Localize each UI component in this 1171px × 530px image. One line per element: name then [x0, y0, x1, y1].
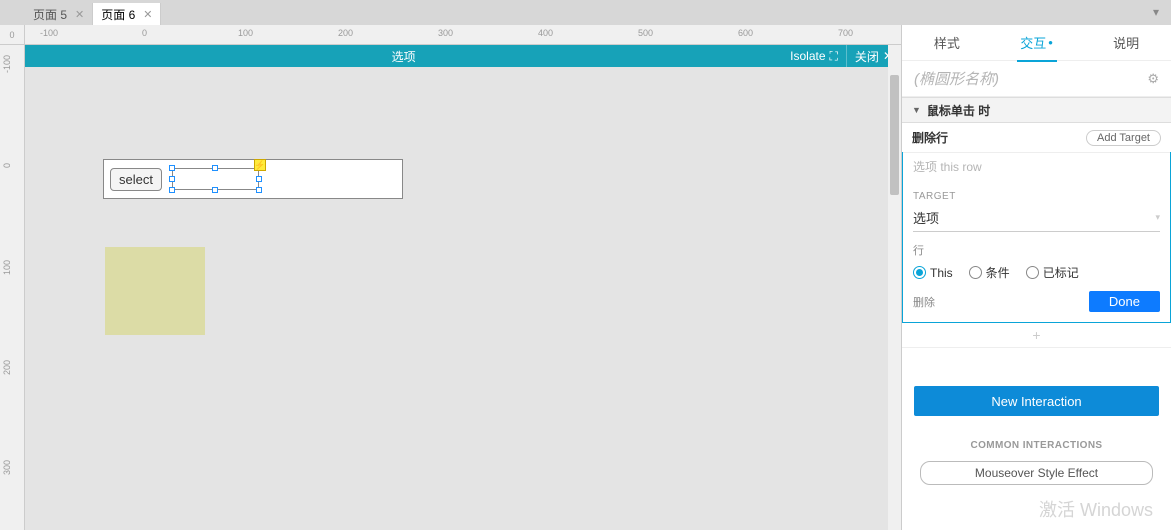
- tab-notes[interactable]: 说明: [1081, 25, 1171, 60]
- resize-handle[interactable]: [212, 187, 218, 193]
- vertical-scrollbar[interactable]: [888, 45, 901, 530]
- resize-handle[interactable]: [256, 176, 262, 182]
- ruler-tick: 300: [438, 28, 453, 38]
- close-label: 关闭: [855, 48, 879, 65]
- resize-handle[interactable]: [212, 165, 218, 171]
- ruler-tick: 700: [838, 28, 853, 38]
- tab-label: 页面 6: [101, 6, 135, 23]
- add-target-button[interactable]: Add Target: [1086, 130, 1161, 146]
- ruler-tick: 100: [2, 260, 12, 275]
- caret-down-icon: ▼: [912, 105, 921, 115]
- workspace: 0 -100 0 100 200 300 400 500 600 700 -10…: [0, 25, 1171, 530]
- tab-page6[interactable]: 页面 6 ✕: [93, 3, 161, 25]
- row-label: 行: [913, 242, 1160, 258]
- isolate-label: Isolate: [790, 49, 825, 63]
- resize-handle[interactable]: [256, 187, 262, 193]
- selected-shape[interactable]: ⚡: [172, 168, 259, 190]
- close-icon[interactable]: ✕: [143, 8, 152, 21]
- action-row: 删除行 Add Target: [902, 123, 1171, 153]
- radio-condition[interactable]: 条件: [969, 264, 1010, 281]
- ruler-tick: -100: [2, 55, 12, 73]
- ruler-vertical: -100 0 100 200 300: [0, 45, 25, 530]
- select-button[interactable]: select: [110, 168, 162, 191]
- radio-this[interactable]: This: [913, 266, 953, 280]
- chevron-down-icon: ▾: [1155, 212, 1160, 223]
- resize-handle[interactable]: [169, 187, 175, 193]
- tab-label: 页面 5: [33, 6, 67, 23]
- inspector-tabs: 样式 交互 • 说明: [902, 25, 1171, 61]
- page-tab-bar: 页面 5 ✕ 页面 6 ✕ ▾: [0, 0, 1171, 25]
- row-radio-group: This 条件 已标记: [913, 264, 1160, 281]
- repeater-widget[interactable]: select ⚡: [103, 159, 403, 199]
- tab-style[interactable]: 样式: [902, 25, 992, 60]
- action-name[interactable]: 删除行: [912, 129, 948, 146]
- new-interaction-button[interactable]: New Interaction: [914, 386, 1159, 416]
- close-icon[interactable]: ✕: [75, 8, 84, 21]
- isolate-button[interactable]: Isolate ⛶: [782, 45, 846, 67]
- delete-action-link[interactable]: 删除: [913, 294, 935, 310]
- action-config-panel: 选项 this row TARGET 选项 ▾ 行 This 条件: [902, 152, 1171, 323]
- event-title: 鼠标单击 时: [927, 102, 990, 119]
- component-edit-bar: 选项 Isolate ⛶ 关闭 ✕: [25, 45, 901, 67]
- row-section: 行 This 条件 已标记: [903, 242, 1170, 291]
- radio-icon: [1026, 266, 1039, 279]
- ruler-tick: 300: [2, 460, 12, 475]
- scrollbar-thumb[interactable]: [890, 75, 899, 195]
- isolate-icon: ⛶: [830, 49, 838, 64]
- radio-label: 已标记: [1043, 264, 1079, 281]
- settings-icon[interactable]: ⚙: [1147, 71, 1159, 87]
- target-label: TARGET: [913, 191, 1160, 202]
- shape-name-input[interactable]: (椭圆形名称): [914, 68, 999, 89]
- ruler-tick: 0: [2, 163, 12, 168]
- tab-interactions[interactable]: 交互 •: [992, 25, 1082, 60]
- radio-label: This: [930, 266, 953, 280]
- target-section: TARGET 选项 ▾: [903, 181, 1170, 242]
- ruler-tick: -100: [40, 28, 58, 38]
- radio-icon: [969, 266, 982, 279]
- edit-bar-title: 选项: [25, 48, 782, 65]
- action-hint: 选项 this row: [903, 152, 1170, 181]
- ruler-corner: 0: [0, 25, 25, 45]
- radio-marked[interactable]: 已标记: [1026, 264, 1079, 281]
- ruler-tick: 600: [738, 28, 753, 38]
- add-action-button[interactable]: +: [902, 323, 1171, 348]
- action-footer: 删除 Done: [903, 291, 1170, 322]
- tab-underline: [1017, 60, 1057, 62]
- ruler-tick: 200: [2, 360, 12, 375]
- interaction-badge-icon: ⚡: [254, 159, 266, 171]
- ruler-tick: 500: [638, 28, 653, 38]
- ruler-tick: 200: [338, 28, 353, 38]
- ruler-tick: 0: [142, 28, 147, 38]
- ruler-horizontal: -100 0 100 200 300 400 500 600 700: [25, 25, 901, 45]
- tab-dropdown-icon[interactable]: ▾: [1153, 5, 1167, 19]
- done-button[interactable]: Done: [1089, 291, 1160, 312]
- tab-label: 交互: [1020, 33, 1046, 52]
- tab-indicator-icon: •: [1048, 35, 1053, 50]
- shape-name-row: (椭圆形名称) ⚙: [902, 61, 1171, 97]
- event-header[interactable]: ▼ 鼠标单击 时: [902, 97, 1171, 123]
- common-interactions-label: COMMON INTERACTIONS: [902, 440, 1171, 451]
- ruler-tick: 100: [238, 28, 253, 38]
- radio-icon: [913, 266, 926, 279]
- resize-handle[interactable]: [169, 165, 175, 171]
- radio-label: 条件: [986, 264, 1010, 281]
- mouseover-style-button[interactable]: Mouseover Style Effect: [920, 461, 1153, 485]
- resize-handle[interactable]: [169, 176, 175, 182]
- rectangle-widget[interactable]: [105, 247, 205, 335]
- canvas-surface[interactable]: 选项 Isolate ⛶ 关闭 ✕ select: [25, 45, 901, 530]
- page-surface[interactable]: select ⚡: [25, 67, 901, 530]
- canvas-area: 0 -100 0 100 200 300 400 500 600 700 -10…: [0, 25, 901, 530]
- target-select[interactable]: 选项: [913, 206, 1160, 232]
- ruler-tick: 400: [538, 28, 553, 38]
- tab-page5[interactable]: 页面 5 ✕: [25, 3, 93, 25]
- inspector-panel: 样式 交互 • 说明 (椭圆形名称) ⚙ ▼ 鼠标单击 时 删除行 Add Ta…: [901, 25, 1171, 530]
